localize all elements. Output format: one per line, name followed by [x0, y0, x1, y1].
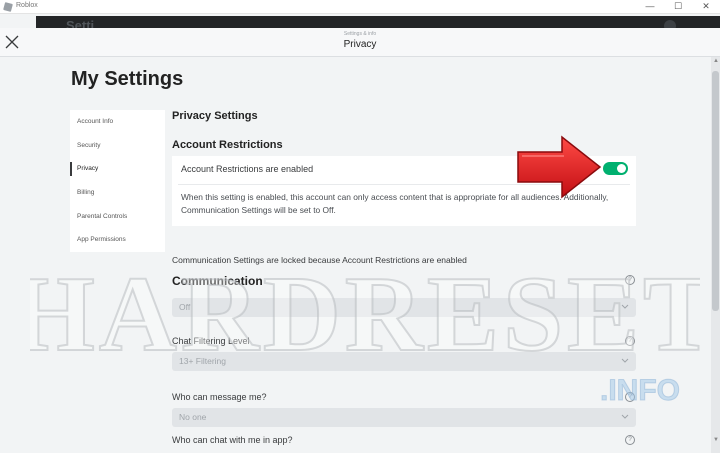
- window-close-button[interactable]: ✕: [692, 0, 720, 14]
- chat-in-app-help-icon[interactable]: ?: [625, 435, 635, 445]
- privacy-settings-heading: Privacy Settings: [172, 110, 258, 122]
- message-me-label: Who can message me?: [172, 392, 267, 402]
- page-title: My Settings: [71, 68, 184, 90]
- chat-in-app-label: Who can chat with me in app?: [172, 435, 293, 445]
- modal-header: Settings & info Privacy: [0, 28, 720, 57]
- sidebar-item-parental-controls[interactable]: Parental Controls: [70, 205, 165, 229]
- sidebar-item-billing[interactable]: Billing: [70, 181, 165, 205]
- communication-select: Off: [172, 298, 636, 317]
- maximize-button[interactable]: ☐: [664, 0, 692, 14]
- roblox-app-icon: [3, 2, 13, 12]
- message-me-select: No one: [172, 408, 636, 427]
- chat-filtering-select: 13+ Filtering: [172, 352, 636, 371]
- chevron-down-icon: [621, 301, 629, 311]
- communication-locked-note: Communication Settings are locked becaus…: [172, 255, 467, 265]
- window-controls: — ☐ ✕: [636, 0, 720, 14]
- scrollbar-thumb[interactable]: [712, 71, 719, 311]
- account-restrictions-toggle[interactable]: [603, 162, 628, 175]
- chevron-down-icon: [621, 355, 629, 365]
- scrollbar[interactable]: [711, 57, 720, 453]
- header-breadcrumb: Settings & info: [343, 31, 377, 37]
- communication-heading: Communication: [172, 274, 263, 288]
- communication-help-icon[interactable]: ?: [625, 275, 635, 285]
- toggle-knob: [617, 164, 626, 173]
- window-titlebar: Roblox — ☐ ✕: [0, 0, 720, 14]
- svg-text:.INFO: .INFO: [600, 374, 680, 407]
- sidebar-item-account-info[interactable]: Account Info: [70, 110, 165, 134]
- chat-filtering-select-value: 13+ Filtering: [179, 356, 227, 366]
- message-me-help-icon[interactable]: ?: [625, 392, 635, 402]
- account-restrictions-heading: Account Restrictions: [172, 139, 283, 151]
- scroll-up-icon[interactable]: ▲: [713, 58, 719, 64]
- minimize-button[interactable]: —: [636, 0, 664, 14]
- sidebar-item-security[interactable]: Security: [70, 134, 165, 158]
- watermark-sub-logo: .INFO: [590, 370, 690, 410]
- sidebar-item-privacy[interactable]: Privacy: [70, 157, 165, 181]
- annotation-arrow-icon: [514, 134, 604, 200]
- chevron-down-icon: [621, 411, 629, 421]
- header-title: Privacy: [343, 39, 377, 50]
- account-restrictions-toggle-label: Account Restrictions are enabled: [181, 164, 314, 174]
- scroll-down-icon[interactable]: ▼: [713, 437, 719, 443]
- sidebar-item-app-permissions[interactable]: App Permissions: [70, 228, 165, 252]
- window-app-title: Roblox: [16, 2, 38, 9]
- chat-filtering-help-icon[interactable]: ?: [625, 336, 635, 346]
- message-me-select-value: No one: [179, 412, 207, 422]
- chat-filtering-label: Chat Filtering Level: [172, 336, 250, 346]
- settings-sidebar: Account Info Security Privacy Billing Pa…: [70, 110, 165, 252]
- communication-select-value: Off: [179, 302, 191, 312]
